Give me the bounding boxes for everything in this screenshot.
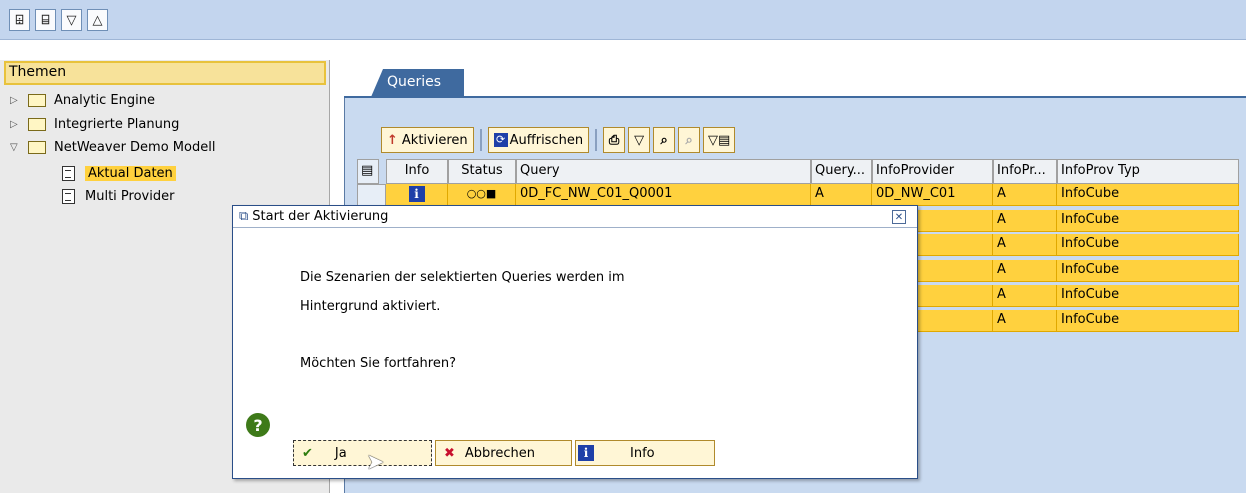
infoprovider-cell: 0D_NW_C01 xyxy=(872,184,993,206)
checkmark-icon: ✔ xyxy=(302,445,313,461)
yes-button[interactable]: ✔ Ja xyxy=(293,440,432,466)
activation-dialog xyxy=(232,205,918,479)
column-header-infoprovider-type[interactable]: InfoPr... xyxy=(993,159,1057,184)
dialog-message-line2: Hintergrund aktiviert. xyxy=(300,299,441,314)
filter-icon[interactable]: ▽ xyxy=(628,127,651,153)
mouse-cursor-icon: ➤ xyxy=(366,450,385,475)
infoprovider-type-cell: A xyxy=(993,260,1057,282)
yes-label: Ja xyxy=(334,445,347,461)
info-button[interactable]: i Info xyxy=(575,440,715,466)
tree-item-label: Multi Provider xyxy=(85,188,175,204)
dialog-question: Möchten Sie fortfahren? xyxy=(300,356,456,371)
infoprovider-type-cell: A xyxy=(993,184,1057,206)
tree-item-label: Analytic Engine xyxy=(54,92,155,108)
infoprov-typ-cell: InfoCube xyxy=(1057,210,1239,232)
folder-icon xyxy=(28,117,46,131)
status-cell: ○○■ xyxy=(448,184,516,206)
dialog-title: Start der Aktivierung xyxy=(252,209,389,224)
collapse-arrow-icon[interactable]: ▽ xyxy=(10,142,28,153)
tab-queries[interactable]: Queries xyxy=(371,69,464,97)
infoprov-typ-cell: InfoCube xyxy=(1057,184,1239,206)
activate-icon: ↑ xyxy=(387,132,398,148)
dialog-message-line1: Die Szenarien der selektierten Queries w… xyxy=(300,270,625,285)
tree-item-analytic-engine[interactable]: ▷ Analytic Engine xyxy=(10,89,155,111)
column-header-infoprov-typ[interactable]: InfoProv Typ xyxy=(1057,159,1239,184)
toolbar-separator xyxy=(595,129,598,151)
filter-settings-icon[interactable]: ▽▤ xyxy=(703,127,736,153)
column-header-status[interactable]: Status xyxy=(448,159,516,184)
document-icon xyxy=(62,165,75,181)
cancel-icon: ✖ xyxy=(444,445,455,461)
column-header-info[interactable]: Info xyxy=(386,159,448,184)
infoprovider-type-cell: A xyxy=(993,310,1057,332)
expand-arrow-icon[interactable]: ▷ xyxy=(10,95,28,106)
cancel-label: Abbrechen xyxy=(464,445,535,461)
infoprov-typ-cell: InfoCube xyxy=(1057,285,1239,307)
column-header-query[interactable]: Query xyxy=(516,159,811,184)
tree-item-multi-provider[interactable]: Multi Provider xyxy=(62,185,174,207)
column-header-query-type[interactable]: Query... xyxy=(811,159,872,184)
info-label: Info xyxy=(630,445,655,461)
select-all-icon[interactable]: ▤ xyxy=(357,159,379,184)
infoprovider-type-cell: A xyxy=(993,210,1057,232)
dialog-icon: ⧉ xyxy=(239,209,249,224)
dialog-titlebar: ⧉ Start der Aktivierung xyxy=(233,206,917,228)
query-type-cell: A xyxy=(811,184,872,206)
column-header-infoprovider[interactable]: InfoProvider xyxy=(872,159,993,184)
find-icon[interactable]: ⌹ xyxy=(9,9,30,31)
top-toolbar xyxy=(0,0,1246,40)
find-icon[interactable]: ⌕ xyxy=(653,127,676,153)
cancel-button[interactable]: ✖ Abbrechen xyxy=(435,440,572,466)
tree-item-label: Integrierte Planung xyxy=(54,116,180,132)
info-cell[interactable]: i xyxy=(386,184,448,206)
infoprov-typ-cell: InfoCube xyxy=(1057,260,1239,282)
grid-toolbar: ↑ Aktivieren ⟳ Auffrischen ⎙ ▽ ⌕ ⌕ ▽▤ xyxy=(381,124,841,156)
query-cell[interactable]: 0D_FC_NW_C01_Q0001 xyxy=(516,184,811,206)
infoprovider-type-cell: A xyxy=(993,234,1057,256)
expand-all-icon[interactable]: △ xyxy=(87,9,108,31)
nav-title: Themen xyxy=(4,61,326,85)
print-icon[interactable]: ⎙ xyxy=(603,127,626,153)
activate-button[interactable]: ↑ Aktivieren xyxy=(381,127,474,153)
row-selector[interactable] xyxy=(357,184,386,206)
toolbar-separator xyxy=(479,129,482,151)
tab-underline xyxy=(344,96,1246,98)
refresh-icon: ⟳ xyxy=(493,133,508,147)
infoprovider-type-cell: A xyxy=(993,285,1057,307)
tree-item-aktual-daten[interactable]: Aktual Daten xyxy=(62,162,176,184)
infoprov-typ-cell: InfoCube xyxy=(1057,234,1239,256)
activate-label: Aktivieren xyxy=(401,132,468,148)
tree-item-integrierte-planung[interactable]: ▷ Integrierte Planung xyxy=(10,113,179,135)
find-next-icon[interactable]: ⌕ xyxy=(678,127,701,153)
infoprov-typ-cell: InfoCube xyxy=(1057,310,1239,332)
refresh-button[interactable]: ⟳ Auffrischen xyxy=(487,127,590,153)
expand-arrow-icon[interactable]: ▷ xyxy=(10,119,28,130)
document-icon xyxy=(62,188,75,204)
folder-icon xyxy=(28,93,46,107)
info-icon: i xyxy=(578,445,594,461)
folder-open-icon xyxy=(28,140,46,154)
tree-item-netweaver-demo-modell[interactable]: ▽ NetWeaver Demo Modell xyxy=(10,136,215,158)
collapse-all-icon[interactable]: ▽ xyxy=(61,9,82,31)
close-icon[interactable]: ✕ xyxy=(892,210,906,224)
info-icon[interactable]: i xyxy=(408,186,425,202)
traffic-light-icon: ○○■ xyxy=(466,187,497,200)
tree-item-label: Aktual Daten xyxy=(85,165,176,181)
question-icon: ? xyxy=(246,413,270,437)
find-next-icon[interactable]: ⌸ xyxy=(35,9,56,31)
tree-item-label: NetWeaver Demo Modell xyxy=(54,139,216,155)
refresh-label: Auffrischen xyxy=(509,132,584,148)
